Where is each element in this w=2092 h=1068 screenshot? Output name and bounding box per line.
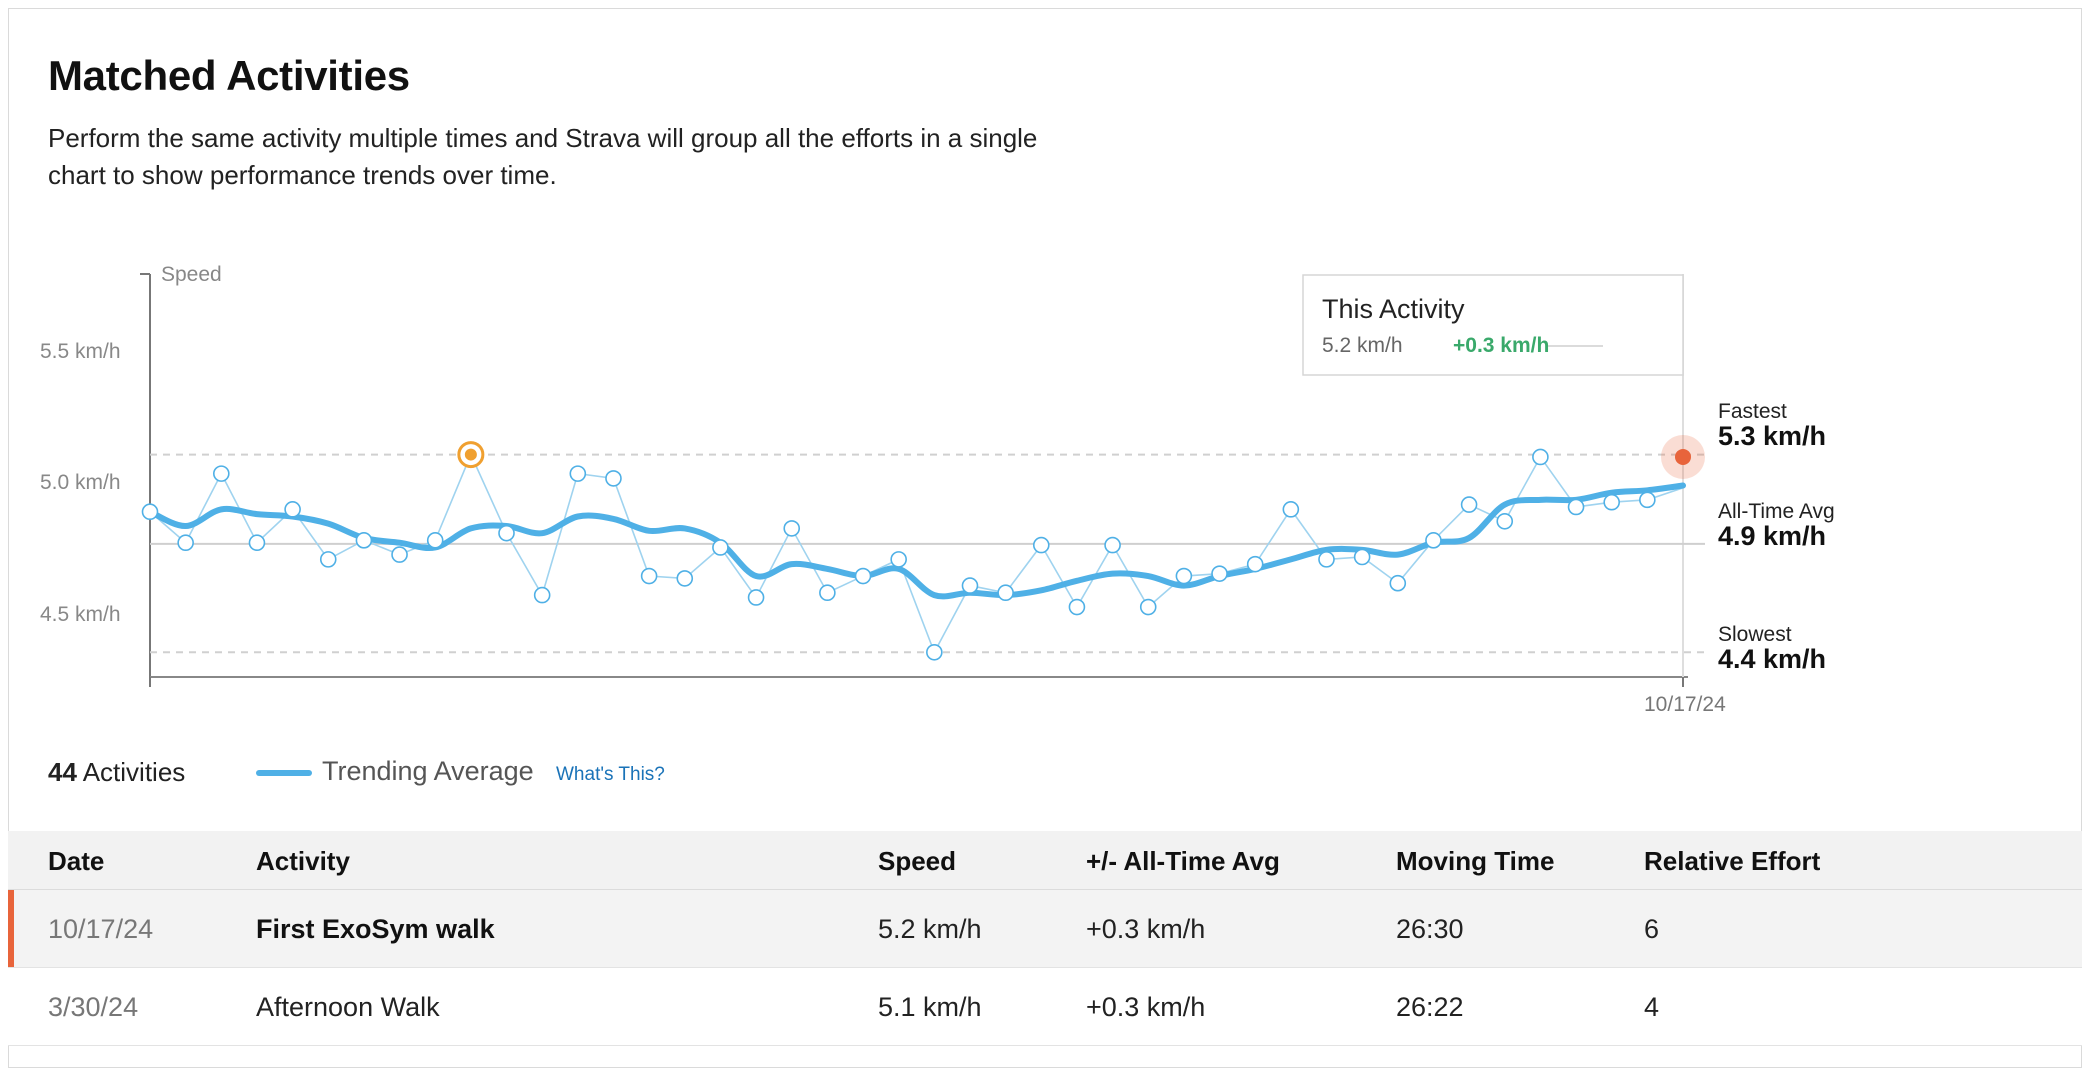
y-tick-label: 5.0 km/h bbox=[40, 471, 121, 494]
activity-point[interactable] bbox=[676, 570, 694, 587]
activity-point[interactable] bbox=[355, 532, 373, 549]
activities-table: Date Activity Speed +/- All-Time Avg Mov… bbox=[8, 831, 2082, 1046]
activity-point[interactable] bbox=[1639, 491, 1656, 509]
row-speed: 5.1 km/h bbox=[878, 992, 982, 1022]
activity-count-number: 44 bbox=[48, 757, 77, 787]
row-activity-link[interactable]: First ExoSym walk bbox=[256, 914, 495, 945]
column-speed[interactable]: Speed bbox=[878, 846, 956, 877]
activity-point[interactable] bbox=[926, 643, 943, 661]
whats-this-link[interactable]: What's This? bbox=[556, 764, 665, 786]
column-relative-effort[interactable]: Relative Effort bbox=[1644, 846, 1820, 877]
table-header: Date Activity Speed +/- All-Time Avg Mov… bbox=[8, 831, 2082, 890]
activity-point[interactable] bbox=[248, 534, 266, 552]
activity-point[interactable] bbox=[1032, 536, 1050, 554]
trend-legend-label: Trending Average bbox=[322, 756, 534, 786]
activity-point[interactable] bbox=[1246, 555, 1264, 573]
activity-point[interactable] bbox=[141, 503, 159, 521]
activity-point[interactable] bbox=[1389, 574, 1407, 592]
current-activity-marker[interactable] bbox=[1675, 448, 1691, 465]
activity-point[interactable] bbox=[1532, 448, 1549, 466]
fastest-effort-dot bbox=[464, 448, 477, 461]
activity-point[interactable] bbox=[391, 546, 408, 563]
x-tick-label: 10/17/24 bbox=[1644, 693, 1726, 716]
activity-point[interactable] bbox=[177, 534, 194, 552]
activity-point[interactable] bbox=[605, 470, 622, 487]
reference-value: 4.9 km/h bbox=[1718, 521, 1826, 551]
tooltip-speed: 5.2 km/h bbox=[1322, 334, 1403, 357]
reference-label: All-Time Avg bbox=[1718, 500, 1835, 523]
activity-point[interactable] bbox=[319, 551, 337, 568]
activity-point[interactable] bbox=[1567, 498, 1585, 516]
activity-point[interactable] bbox=[213, 465, 230, 482]
activity-point[interactable] bbox=[533, 586, 551, 604]
column-moving-time[interactable]: Moving Time bbox=[1396, 846, 1554, 877]
activity-count: 44 Activities bbox=[48, 757, 185, 788]
tooltip-delta: +0.3 km/h bbox=[1453, 334, 1549, 357]
column-delta[interactable]: +/- All-Time Avg bbox=[1086, 846, 1280, 877]
activity-point[interactable] bbox=[1425, 532, 1442, 549]
activity-point[interactable] bbox=[1211, 565, 1228, 582]
activity-point[interactable] bbox=[1318, 551, 1335, 568]
activity-point[interactable] bbox=[747, 589, 765, 606]
speed-chart: Speed 5.5 km/h 5.0 km/h 4.5 km/h Fastest5.3 … bbox=[40, 263, 1835, 716]
reference-label: Slowest bbox=[1718, 623, 1792, 646]
row-relative-effort: 4 bbox=[1644, 992, 1660, 1022]
activity-point[interactable] bbox=[1460, 496, 1478, 513]
column-activity[interactable]: Activity bbox=[256, 846, 350, 877]
activity-point[interactable] bbox=[890, 551, 907, 568]
activity-point[interactable] bbox=[961, 577, 979, 594]
activity-point[interactable] bbox=[426, 532, 444, 549]
activity-point[interactable] bbox=[783, 520, 801, 537]
y-tick-label: 4.5 km/h bbox=[40, 603, 121, 626]
activity-count-label: Activities bbox=[82, 757, 186, 787]
activity-point[interactable] bbox=[284, 501, 301, 518]
row-speed: 5.2 km/h bbox=[878, 914, 982, 944]
row-moving-time: 26:30 bbox=[1396, 914, 1464, 944]
y-tick-label: 5.5 km/h bbox=[40, 340, 121, 363]
activity-point[interactable] bbox=[1104, 536, 1121, 554]
activity-point[interactable] bbox=[854, 567, 872, 585]
activity-point[interactable] bbox=[1175, 567, 1193, 585]
activity-point[interactable] bbox=[1282, 501, 1300, 518]
row-moving-time: 26:22 bbox=[1396, 992, 1464, 1022]
table-row-selected[interactable]: 10/17/24 First ExoSym walk 5.2 km/h +0.3… bbox=[8, 890, 2082, 968]
row-activity-link[interactable]: Afternoon Walk bbox=[256, 992, 440, 1023]
y-axis-label: Speed bbox=[161, 263, 222, 286]
activity-point[interactable] bbox=[498, 524, 515, 542]
activity-point[interactable] bbox=[1603, 493, 1620, 511]
row-date: 10/17/24 bbox=[48, 914, 154, 944]
tooltip-box bbox=[1302, 274, 1684, 376]
tooltip-title: This Activity bbox=[1322, 294, 1465, 324]
row-delta: +0.3 km/h bbox=[1086, 992, 1206, 1022]
activity-point[interactable] bbox=[997, 584, 1014, 602]
activity-point[interactable] bbox=[712, 539, 729, 556]
table-row[interactable]: 3/30/24 Afternoon Walk 5.1 km/h +0.3 km/… bbox=[8, 968, 2082, 1046]
activity-point[interactable] bbox=[569, 465, 587, 482]
column-date[interactable]: Date bbox=[48, 846, 104, 877]
reference-label: Fastest bbox=[1718, 400, 1787, 423]
activity-point[interactable] bbox=[640, 567, 658, 585]
activity-point[interactable] bbox=[1139, 598, 1157, 616]
activity-point[interactable] bbox=[1353, 548, 1371, 566]
reference-value: 4.4 km/h bbox=[1718, 644, 1826, 674]
reference-value: 5.3 km/h bbox=[1718, 421, 1826, 451]
trending-average-line bbox=[147, 482, 1686, 600]
activity-point[interactable] bbox=[1496, 512, 1514, 530]
activity-point[interactable] bbox=[819, 584, 836, 602]
row-date: 3/30/24 bbox=[48, 992, 139, 1022]
activity-point[interactable] bbox=[1068, 598, 1086, 616]
trend-legend-swatch bbox=[256, 770, 312, 776]
row-relative-effort: 6 bbox=[1644, 914, 1660, 944]
row-delta: +0.3 km/h bbox=[1086, 914, 1206, 944]
activity-efforts-line bbox=[149, 452, 1684, 655]
